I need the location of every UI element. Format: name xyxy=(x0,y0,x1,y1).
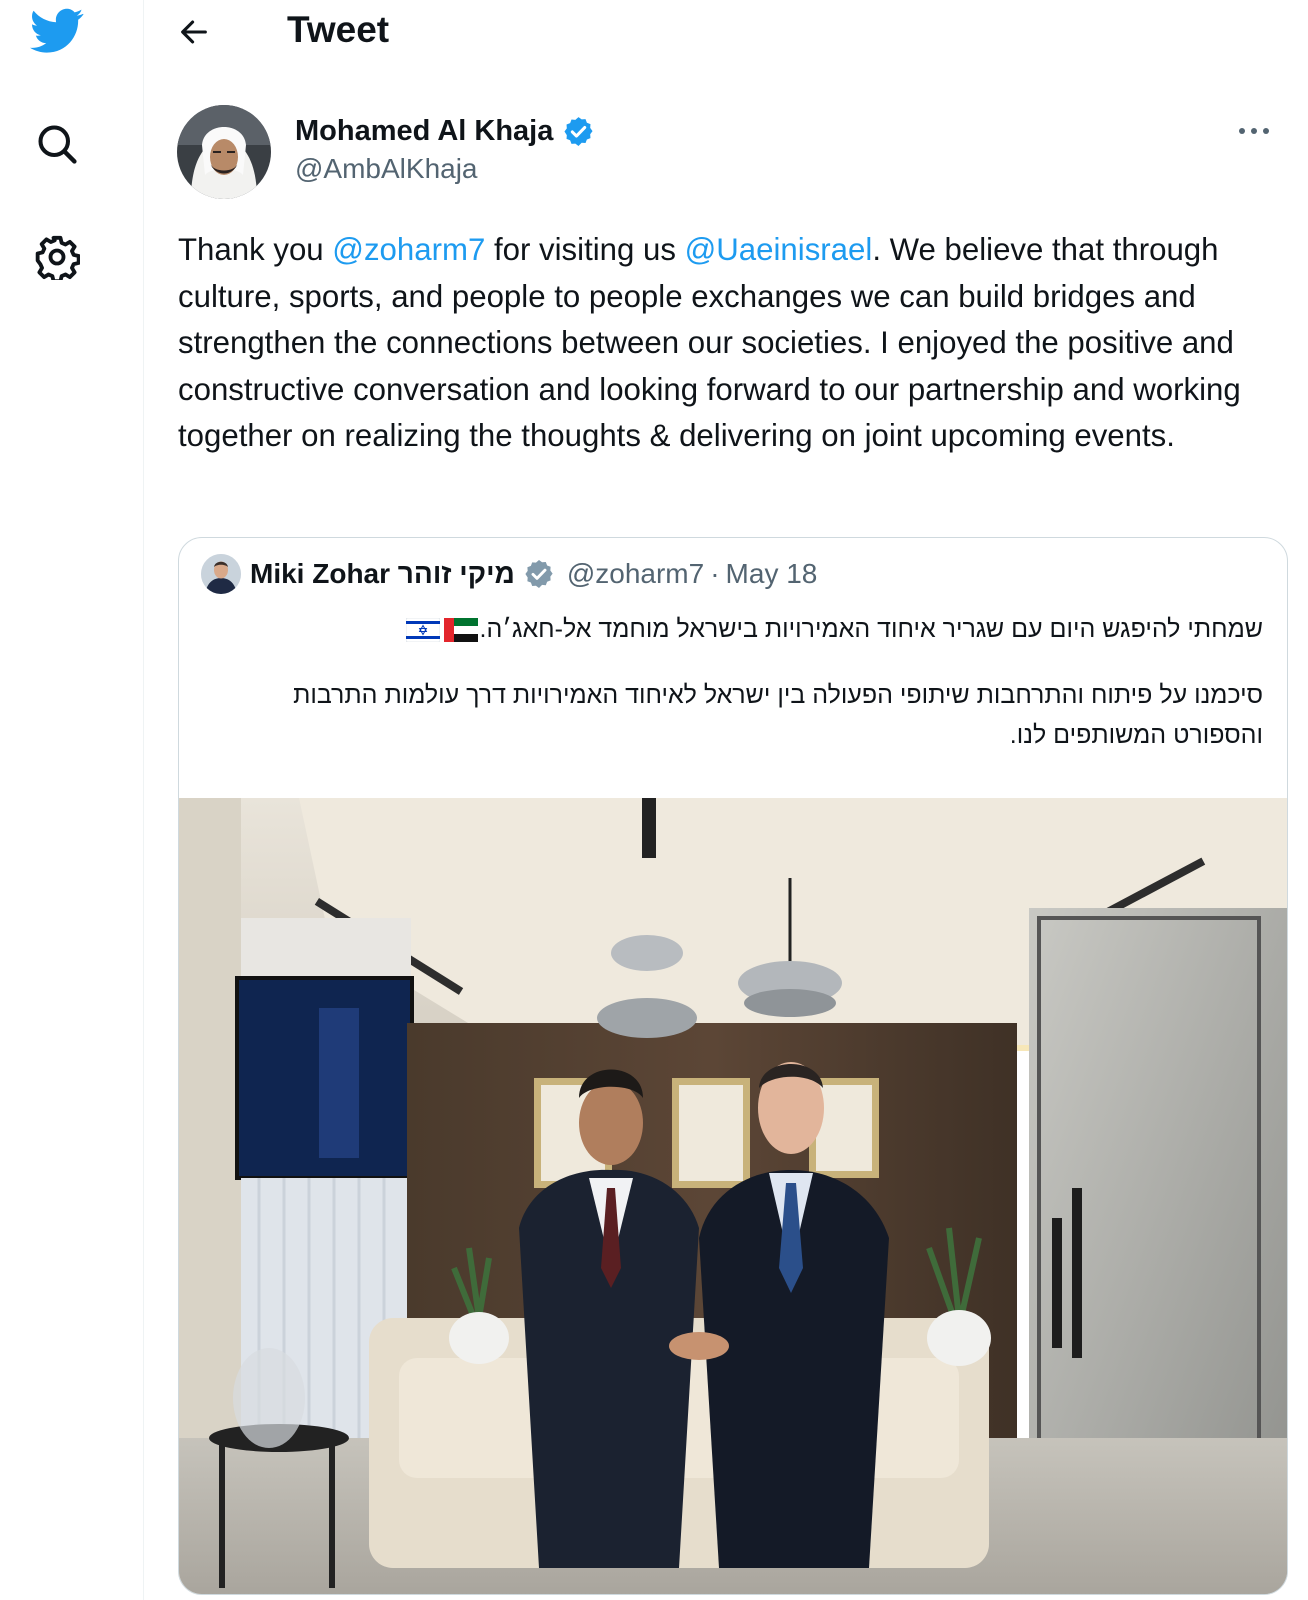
quoted-tweet-header: Miki Zohar מיקי זוהר @zoharm7 · May 18 xyxy=(201,554,817,594)
quoted-author-name[interactable]: Miki Zohar מיקי זוהר xyxy=(250,556,515,592)
office-handshake-photo xyxy=(179,798,1287,1594)
back-button[interactable] xyxy=(172,10,216,54)
author-handle[interactable]: @AmbAlKhaja xyxy=(295,152,478,186)
quoted-author-handle[interactable]: @zoharm7 xyxy=(567,556,704,592)
separator-dot: · xyxy=(710,558,720,589)
twitter-bird-icon[interactable] xyxy=(30,4,84,58)
quoted-tweet-line-2: סיכמנו על פיתוח והתרחבות שיתופי הפעולה ב… xyxy=(293,681,1263,749)
quoted-tweet-card[interactable]: Miki Zohar מיקי זוהר @zoharm7 · May 18 ש… xyxy=(178,537,1288,1595)
quoted-tweet-line-1: שמחתי להיפגש היום עם שגריר איחוד האמירוי… xyxy=(405,612,1264,646)
tweet-text: Thank you @zoharm7 for visiting us @Uaei… xyxy=(178,227,1290,460)
author-avatar[interactable] xyxy=(177,105,271,199)
author-name-text[interactable]: Mohamed Al Khaja xyxy=(295,113,553,149)
verified-badge-icon xyxy=(525,560,553,588)
quoted-tweet-photo[interactable] xyxy=(179,798,1287,1594)
verified-badge-icon xyxy=(564,116,593,146)
israel-flag-icon xyxy=(405,618,440,643)
more-options-button[interactable] xyxy=(1234,116,1274,146)
more-dots-icon xyxy=(1239,128,1269,134)
quoted-author-avatar[interactable] xyxy=(201,554,241,594)
arrow-left-icon xyxy=(181,20,207,44)
mention-link[interactable]: @Uaeinisrael xyxy=(685,232,873,267)
tweet-text-part: Thank you xyxy=(178,232,333,267)
page-title: Tweet xyxy=(287,9,390,50)
main-column: Tweet Mohamed Al Khaja @AmbAlKhaja Thank… xyxy=(144,0,1308,1600)
quoted-tweet-date[interactable]: May 18 xyxy=(726,556,818,592)
mention-link[interactable]: @zoharm7 xyxy=(332,232,485,267)
author-name[interactable]: Mohamed Al Khaja xyxy=(295,113,595,149)
settings-gear-icon[interactable] xyxy=(30,230,84,284)
sidebar xyxy=(0,0,144,1600)
uae-flag-icon xyxy=(443,618,478,643)
search-icon[interactable] xyxy=(30,117,84,171)
tweet-text-part: for visiting us xyxy=(485,232,685,267)
quoted-tweet-line-1-text: שמחתי להיפגש היום עם שגריר איחוד האמירוי… xyxy=(479,615,1264,643)
flag-emojis xyxy=(405,618,478,643)
page-header: Tweet xyxy=(144,0,1308,64)
